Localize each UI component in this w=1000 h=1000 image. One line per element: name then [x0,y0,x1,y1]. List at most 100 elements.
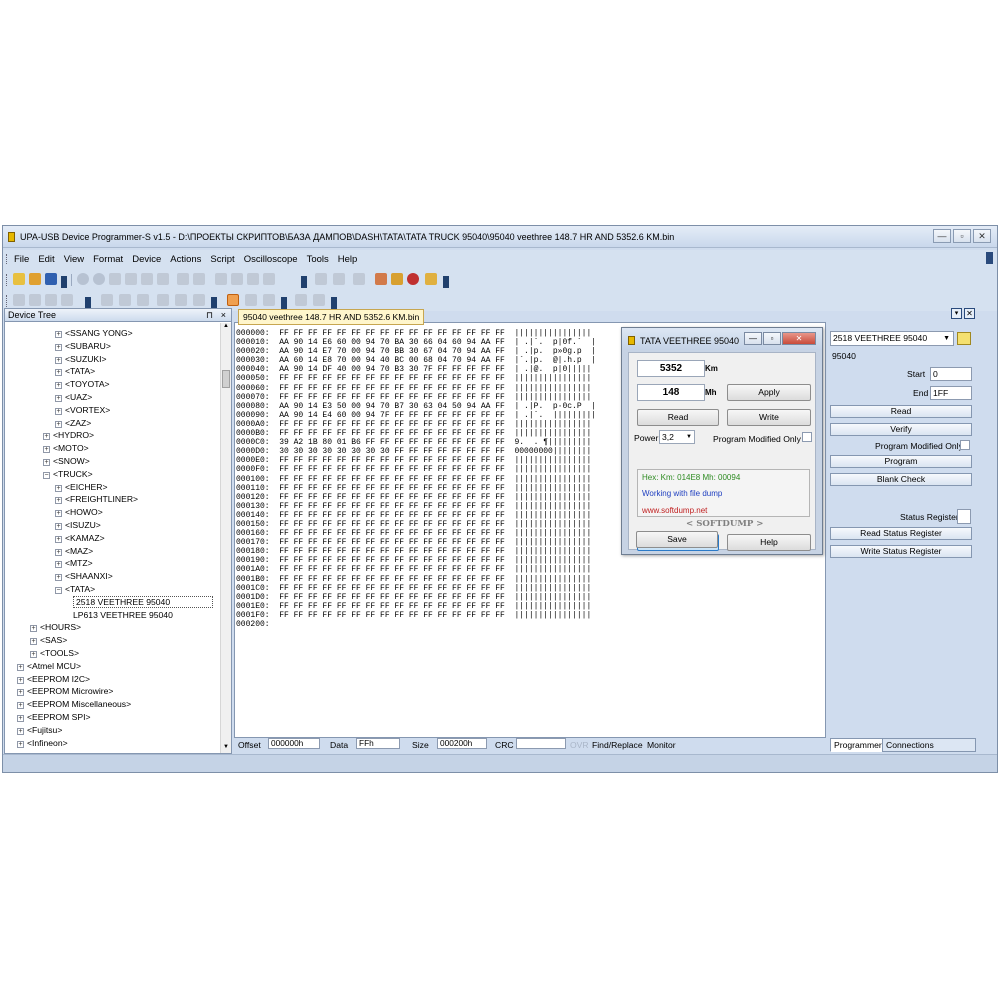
tree-node[interactable]: + <HOURS> [30,622,81,633]
tree-node[interactable]: + <EEPROM SPI> [17,712,91,722]
tree-node[interactable]: + <SUZUKI> [55,354,107,364]
sigma-icon[interactable] [425,273,437,285]
tree-node[interactable]: + <SAS> [30,635,67,646]
expand-icon[interactable]: + [55,497,62,505]
tree-node[interactable]: + <Atmel MCU> [17,661,81,671]
expand-icon[interactable]: + [55,343,62,351]
tree-node[interactable]: + <Fujitsu> [17,725,62,735]
expand-icon[interactable]: + [55,356,62,364]
menu-file[interactable]: File [14,254,29,265]
write-status-register-button[interactable]: Write Status Register [830,545,972,558]
expand-icon[interactable]: + [17,689,24,697]
apply-button[interactable]: Apply [727,384,811,401]
dialog-maximize-button[interactable]: ▫ [763,332,781,345]
program-modified-checkbox[interactable] [960,440,970,450]
panel-close-icon[interactable]: ✕ [964,308,975,319]
toolbar-dropdown-icon[interactable] [331,297,337,309]
expand-icon[interactable]: + [17,727,24,735]
tree-node[interactable]: + <TATA> [55,366,95,377]
hex-row[interactable]: 000130: FF FF FF FF FF FF FF FF FF FF FF… [236,502,596,511]
tree-node[interactable]: + <SNOW> [43,456,90,466]
blank-check-button[interactable]: Blank Check [830,473,972,486]
tree-node[interactable]: + <Infineon> [17,738,68,748]
toolbar-overflow-icon[interactable] [986,252,993,264]
hex-row[interactable]: 0000D0: 30 30 30 30 30 30 30 30 FF FF FF… [236,447,596,456]
menu-view[interactable]: View [64,254,84,265]
hex-row[interactable]: 0000E0: FF FF FF FF FF FF FF FF FF FF FF… [236,456,596,465]
scroll-down-icon[interactable]: ▼ [222,744,230,753]
tree-node[interactable]: − <TRUCK> [43,469,93,479]
scroll-thumb[interactable] [222,370,230,388]
crc-field[interactable] [516,738,566,749]
menu-edit[interactable]: Edit [38,254,54,265]
status-register-field[interactable] [957,509,971,524]
hex-row[interactable]: 0001E0: FF FF FF FF FF FF FF FF FF FF FF… [236,602,596,611]
hex-row[interactable]: 000160: FF FF FF FF FF FF FF FF FF FF FF… [236,529,596,538]
tree-node[interactable]: + <EICHER> [55,482,108,492]
hex-row[interactable]: 0000F0: FF FF FF FF FF FF FF FF FF FF FF… [236,465,596,474]
expand-icon[interactable]: + [55,331,62,338]
tree-node[interactable]: + <ZAZ> [55,418,91,428]
expand-icon[interactable]: + [55,420,62,428]
tree-node[interactable]: + <MTZ> [55,558,93,569]
options-icon[interactable] [375,273,387,285]
expand-icon[interactable]: + [55,535,62,543]
expand-icon[interactable]: + [55,382,62,390]
collapse-icon[interactable]: − [43,471,50,479]
read-button[interactable]: Read [830,405,972,418]
device-select[interactable]: 2518 VEETHREE 95040 ▼ [830,331,954,346]
hex-row[interactable]: 0000C0: 39 A2 1B 80 01 B6 FF FF FF FF FF… [236,438,596,447]
tree-node[interactable]: + <EEPROM Miscellaneous> [17,699,131,710]
close-button[interactable]: ✕ [973,229,991,243]
collapse-icon[interactable]: − [55,587,62,594]
tree-node[interactable]: + <EEPROM Microwire> [17,686,113,697]
hex-row[interactable]: 000060: FF FF FF FF FF FF FF FF FF FF FF… [236,384,596,393]
tree-node[interactable]: + <VORTEX> [55,405,110,415]
file-tab[interactable]: 95040 veethree 148.7 HR AND 5352.6 KM.bi… [238,309,425,325]
size-field[interactable]: 000200h [437,738,487,749]
verify-button[interactable]: Verify [830,423,972,436]
minimize-button[interactable]: — [933,229,951,243]
find-replace-link[interactable]: Find/Replace [592,740,643,750]
panel-menu-icon[interactable]: ▾ [951,308,962,319]
dialog-minimize-button[interactable]: — [744,332,762,345]
hex-row[interactable]: 0001D0: FF FF FF FF FF FF FF FF FF FF FF… [236,593,596,602]
expand-icon[interactable]: + [55,510,62,518]
hex-row[interactable]: 000030: AA 60 14 E8 70 00 94 40 BC 00 68… [236,356,596,365]
hex-row[interactable]: 000010: AA 90 14 E6 60 00 94 70 BA 30 66… [236,338,596,347]
tree-node[interactable]: + <UAZ> [55,392,92,402]
toolbar-dropdown-icon[interactable] [301,276,307,288]
menu-format[interactable]: Format [93,254,123,265]
dialog-read-button[interactable]: Read [637,409,719,426]
expand-icon[interactable]: + [43,446,50,454]
expand-icon[interactable]: + [43,433,50,441]
expand-icon[interactable]: + [55,484,62,492]
pin-icon[interactable]: ⊓ [206,309,213,321]
expand-icon[interactable]: + [30,651,37,658]
dialog-program-modified-checkbox[interactable] [802,432,812,442]
read-status-register-button[interactable]: Read Status Register [830,527,972,540]
tree-node[interactable]: 2518 VEETHREE 95040 [73,595,214,608]
hex-row[interactable]: 000200: [236,620,596,629]
hex-row[interactable]: 000080: AA 90 14 E3 50 00 94 70 B7 30 63… [236,402,596,411]
expand-icon[interactable]: + [55,574,62,582]
hex-row[interactable]: 0001C0: FF FF FF FF FF FF FF FF FF FF FF… [236,584,596,593]
menu-tools[interactable]: Tools [307,254,329,265]
tree-node[interactable]: + <MAZ> [55,546,93,556]
end-field[interactable]: 1FF [930,386,972,400]
power-select[interactable]: 3,2 ▼ [659,430,695,444]
hex-row[interactable]: 000070: FF FF FF FF FF FF FF FF FF FF FF… [236,393,596,402]
tree-scrollbar[interactable]: ▲ ▼ [220,323,231,753]
hex-row[interactable]: 000110: FF FF FF FF FF FF FF FF FF FF FF… [236,484,596,493]
toolbar-dropdown-icon[interactable] [61,276,67,288]
expand-icon[interactable]: + [17,702,24,710]
hex-row[interactable]: 0001F0: FF FF FF FF FF FF FF FF FF FF FF… [236,611,596,620]
monitor-link[interactable]: Monitor [647,740,676,750]
tree-node[interactable]: + <EEPROM I2C> [17,674,90,684]
tree-node[interactable]: + <MOTO> [43,443,89,454]
tree-node[interactable]: + <SUBARU> [55,341,111,351]
open-icon[interactable] [29,273,41,285]
dialog-save-button[interactable]: Save [636,531,718,548]
expand-icon[interactable]: + [30,625,37,633]
hex-row[interactable]: 000020: AA 90 14 E7 70 00 94 70 BB 30 67… [236,347,596,356]
